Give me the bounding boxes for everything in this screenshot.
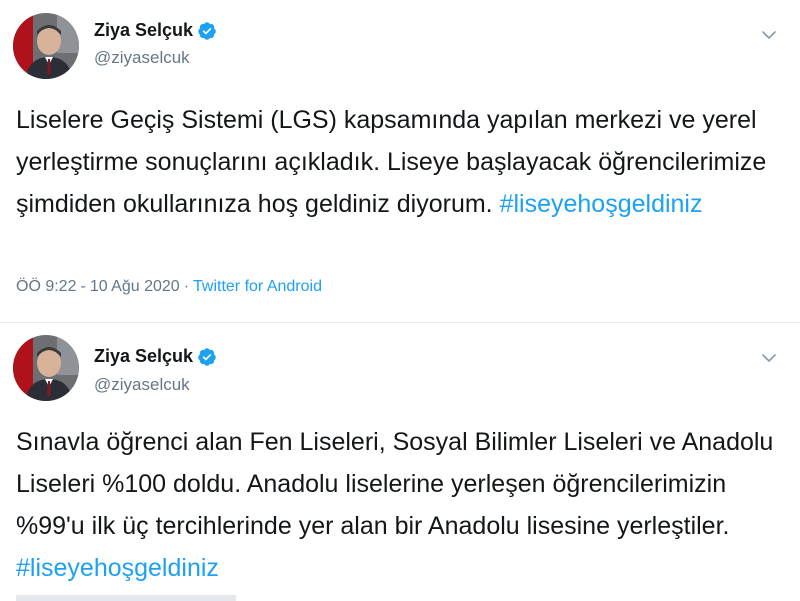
- verified-badge-icon: [197, 347, 217, 367]
- verified-badge-icon: [197, 21, 217, 41]
- meta-separator: -: [80, 278, 86, 295]
- chevron-down-icon[interactable]: [760, 26, 778, 44]
- author-name[interactable]: Ziya Selçuk: [94, 20, 193, 41]
- tweet-text: Sınavla öğrenci alan Fen Liseleri, Sosya…: [16, 421, 791, 589]
- tweet-body: Sınavla öğrenci alan Fen Liseleri, Sosya…: [16, 428, 774, 540]
- tweet-text: Liselere Geçiş Sistemi (LGS) kapsamında …: [16, 99, 791, 225]
- author-row: Ziya Selçuk: [94, 20, 217, 41]
- avatar[interactable]: [13, 335, 79, 401]
- avatar[interactable]: [13, 13, 79, 79]
- tweet: Ziya Selçuk @ziyaselcuk Liselere Geçiş S…: [0, 0, 800, 322]
- author-handle[interactable]: @ziyaselcuk: [94, 375, 190, 395]
- avatar-image: [13, 335, 79, 401]
- tweet-meta: ÖÖ 9:22-10 Ağu 2020 · Twitter for Android: [16, 278, 322, 296]
- chevron-down-icon[interactable]: [760, 349, 778, 367]
- hashtag-link[interactable]: #liseyehoşgeldiniz: [16, 554, 219, 582]
- meta-separator: ·: [183, 278, 190, 295]
- hashtag-link[interactable]: #liseyehoşgeldiniz: [500, 190, 703, 218]
- tweet: Ziya Selçuk @ziyaselcuk Sınavla öğrenci …: [0, 322, 800, 601]
- tweet-date[interactable]: 10 Ağu 2020: [90, 278, 180, 295]
- tweet-meta-cutoff: [16, 595, 236, 601]
- author-name[interactable]: Ziya Selçuk: [94, 346, 193, 367]
- tweet-time[interactable]: ÖÖ 9:22: [16, 278, 76, 295]
- author-handle[interactable]: @ziyaselcuk: [94, 48, 190, 68]
- tweet-source[interactable]: Twitter for Android: [193, 278, 322, 295]
- author-row: Ziya Selçuk: [94, 346, 217, 367]
- avatar-image: [13, 13, 79, 79]
